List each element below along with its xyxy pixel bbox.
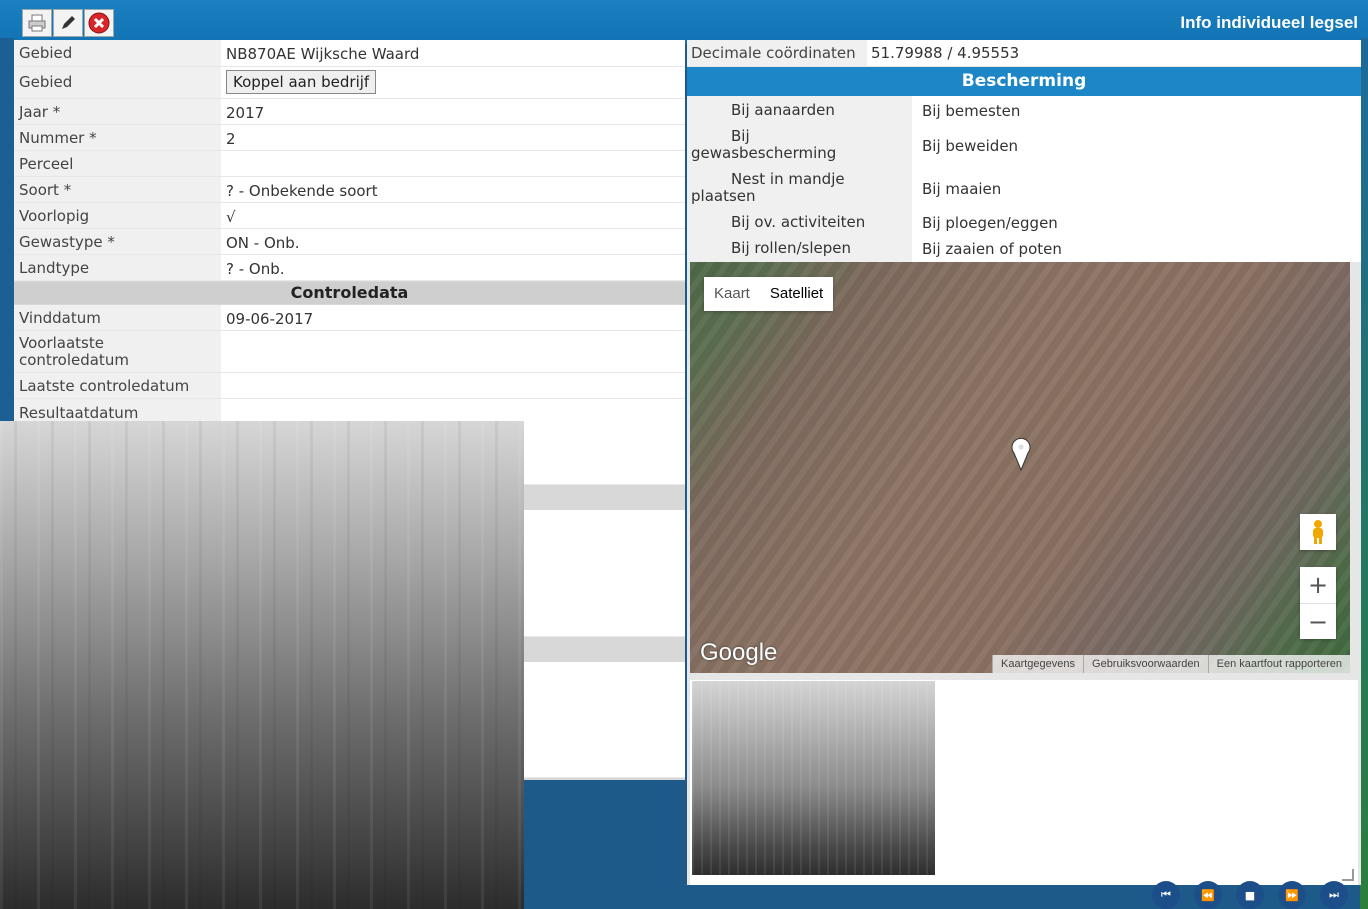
coord-label: Decimale coördinaten <box>687 40 867 66</box>
row-nummer: Nummer * 2 <box>14 125 685 151</box>
report-error-link[interactable]: Een kaartfout rapporteren <box>1207 655 1350 673</box>
first-button[interactable]: ⏮ <box>1152 881 1180 909</box>
rewind-icon: ⏪ <box>1201 888 1215 902</box>
coord-row: Decimale coördinaten 51.79988 / 4.95553 <box>687 40 1361 66</box>
next-button[interactable]: ⏩ <box>1278 881 1306 909</box>
row-perceel: Perceel <box>14 151 685 177</box>
left-edge <box>0 38 14 428</box>
bes-beweiden: Bij beweiden <box>922 137 1019 155</box>
row-label: Voorlopig <box>19 207 90 225</box>
koppel-aan-bedrijf-button[interactable]: Koppel aan bedrijf <box>226 70 377 94</box>
bescherming-grid: Bij aanaarden Bij gewasbescherming Nest … <box>687 96 1361 262</box>
row-soort: Soort * ? - Onbekende soort <box>14 177 685 203</box>
last-button[interactable]: ⏭ <box>1320 881 1348 909</box>
bes-ploegen-eggen: Bij ploegen/eggen <box>922 214 1058 232</box>
controledata-header: Controledata <box>14 282 685 304</box>
row-gebied-koppel: Gebied Koppel aan bedrijf <box>14 67 685 99</box>
close-icon <box>88 12 110 34</box>
bes-gewasbescherming: Bij gewasbescherming <box>691 127 837 162</box>
map-data-link[interactable]: Kaartgegevens <box>992 655 1083 673</box>
row-label: Gewastype * <box>19 233 115 251</box>
print-button[interactable] <box>22 9 52 37</box>
stop-button[interactable]: ■ <box>1236 881 1264 909</box>
row-label: Gebied <box>19 44 73 62</box>
bes-maaien: Bij maaien <box>922 180 1002 198</box>
row-label: Soort * <box>19 181 72 199</box>
zoom-out-button[interactable]: − <box>1300 603 1336 639</box>
close-button[interactable] <box>84 9 114 37</box>
terms-link[interactable]: Gebruiksvoorwaarden <box>1083 655 1208 673</box>
row-label: Jaar * <box>19 103 61 121</box>
map-type-control: Kaart Satelliet <box>704 277 834 311</box>
row-gewastype: Gewastype * ON - Onb. <box>14 229 685 255</box>
row-landtype: Landtype ? - Onb. <box>14 255 685 281</box>
google-logo: Google <box>700 639 778 666</box>
title-bar: Info individueel legsel <box>0 0 1368 44</box>
bes-aanaarden: Bij aanaarden <box>731 101 835 119</box>
row-value: 2017 <box>226 104 265 122</box>
pencil-icon <box>62 16 75 29</box>
stop-icon: ■ <box>1244 888 1256 902</box>
edit-button[interactable] <box>53 9 83 37</box>
zoom-control: + − <box>1300 567 1336 639</box>
skip-forward-icon: ⏭ <box>1329 888 1339 901</box>
row-label: Perceel <box>19 155 74 173</box>
pegman-icon <box>1313 520 1323 544</box>
map-type-satelliet[interactable]: Satelliet <box>760 277 833 311</box>
row-gebied: Gebied NB870AE Wijksche Waard <box>14 40 685 67</box>
prev-button[interactable]: ⏪ <box>1194 881 1222 909</box>
print-icon <box>28 14 46 32</box>
row-value: ON - Onb. <box>226 234 300 252</box>
satellite-map[interactable]: Kaart Satelliet + − Google Kaartgegevens… <box>690 262 1350 673</box>
row-value: NB870AE Wijksche Waard <box>226 45 420 63</box>
coord-value: 51.79988 / 4.95553 <box>871 44 1020 62</box>
row-label: Resultaatdatum <box>19 404 139 422</box>
right-edge <box>1360 38 1368 909</box>
bes-ov-activiteiten: Bij ov. activiteiten <box>731 213 866 231</box>
row-jaar: Jaar * 2017 <box>14 99 685 125</box>
row-voorlaatste: Voorlaatste controledatum <box>14 331 685 373</box>
row-value: √ <box>226 208 236 226</box>
toolbar <box>22 9 114 37</box>
row-value: 09-06-2017 <box>226 310 314 328</box>
map-marker-icon[interactable] <box>1010 437 1032 475</box>
row-vinddatum: Vinddatum 09-06-2017 <box>14 305 685 331</box>
row-value: 2 <box>226 130 236 148</box>
row-label: Nummer * <box>19 129 97 147</box>
row-label: Laatste controledatum <box>19 377 190 395</box>
bes-bemesten: Bij bemesten <box>922 102 1021 120</box>
map-footer: Kaartgegevens Gebruiksvoorwaarden Een ka… <box>992 655 1350 673</box>
row-label: Landtype <box>19 259 90 277</box>
resize-grip[interactable] <box>1342 869 1354 881</box>
row-label: Gebied <box>19 73 73 91</box>
row-value: ? - Onb. <box>226 260 285 278</box>
info-panel: Decimale coördinaten 51.79988 / 4.95553 … <box>687 40 1361 885</box>
bes-rollen-slepen: Bij rollen/slepen <box>731 239 851 257</box>
nav-buttons: ⏮ ⏪ ■ ⏩ ⏭ <box>1152 881 1348 909</box>
row-label: Vinddatum <box>19 309 101 327</box>
map-type-kaart[interactable]: Kaart <box>704 277 760 311</box>
row-voorlopig: Voorlopig √ <box>14 203 685 229</box>
window-title: Info individueel legsel <box>1180 13 1358 32</box>
overlay-image <box>0 421 524 909</box>
fast-forward-icon: ⏩ <box>1285 888 1299 902</box>
pegman-button[interactable] <box>1300 514 1336 550</box>
bes-zaaien-poten: Bij zaaien of poten <box>922 240 1062 258</box>
row-label: Voorlaatste controledatum <box>19 334 129 369</box>
zoom-in-button[interactable]: + <box>1300 567 1336 603</box>
row-value: ? - Onbekende soort <box>226 182 378 200</box>
skip-back-icon: ⏮ <box>1161 888 1171 901</box>
bes-nest-in-mandje: Nest in mandje plaatsen <box>691 170 845 205</box>
photo-thumbnail[interactable] <box>692 681 935 875</box>
row-laatste: Laatste controledatum <box>14 373 685 399</box>
photo-area <box>690 680 1358 885</box>
bescherming-header: Bescherming <box>687 67 1361 96</box>
